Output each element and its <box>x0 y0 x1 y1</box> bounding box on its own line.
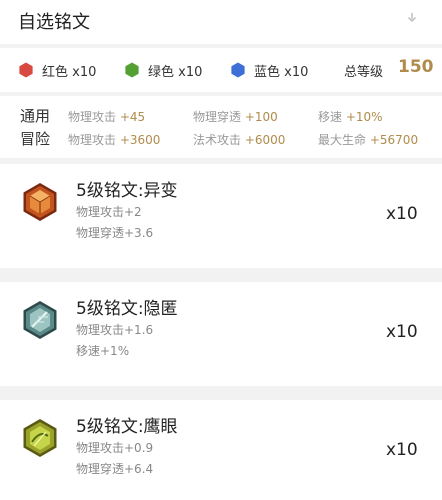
rune-quantity: x10 <box>386 440 418 460</box>
rune-card[interactable]: 5级铭文:鹰眼 物理攻击+0.9 物理穿透+6.4 x10 <box>0 400 442 500</box>
rune-attribute: 物理穿透+3.6 <box>76 226 154 240</box>
header: 自选铭文 <box>0 0 442 44</box>
stat-item: 移速 +10% <box>318 108 383 125</box>
stat-name: 法术攻击 <box>193 133 242 147</box>
chevron-down-icon[interactable] <box>405 11 419 25</box>
rune-quantity: x10 <box>386 322 418 342</box>
red-rune-icon <box>23 183 57 221</box>
rune-name: 5级铭文:鹰眼 <box>76 417 178 437</box>
stat-item: 法术攻击 +6000 <box>193 131 285 148</box>
rune-attribute: 物理攻击+0.9 <box>76 441 154 455</box>
blue-hexagon-icon <box>231 62 245 78</box>
adventure-mode-label: 冒险 <box>20 130 51 148</box>
rune-attribute: 物理攻击+1.6 <box>76 323 154 337</box>
total-level-label: 总等级 <box>344 65 384 80</box>
stat-name: 物理攻击 <box>68 133 117 147</box>
red-hexagon-icon <box>19 62 33 78</box>
stat-value: +100 <box>244 110 278 124</box>
stat-name: 最大生命 <box>318 133 367 147</box>
rune-attribute: 物理攻击+2 <box>76 205 142 219</box>
blue-count-label: 蓝色 x10 <box>254 65 309 80</box>
stat-item: 物理攻击 +3600 <box>68 131 160 148</box>
page-title: 自选铭文 <box>18 12 90 33</box>
general-stats-row: 通用 物理攻击 +45 物理穿透 +100 移速 +10% <box>0 105 442 127</box>
stat-value: +10% <box>345 110 383 124</box>
color-count-bar: 红色 x10 绿色 x10 蓝色 x10 总等级 150 <box>0 48 442 92</box>
rune-attribute: 移速+1% <box>76 344 130 358</box>
green-hexagon-icon <box>125 62 139 78</box>
green-count-label: 绿色 x10 <box>148 65 203 80</box>
stat-item: 最大生命 +56700 <box>318 131 418 148</box>
general-mode-label: 通用 <box>20 107 51 125</box>
stat-value: +3600 <box>119 133 161 147</box>
total-level-value: 150 <box>398 57 434 77</box>
rune-name: 5级铭文:隐匿 <box>76 299 178 319</box>
stat-value: +45 <box>119 110 146 124</box>
stat-name: 物理穿透 <box>193 110 242 124</box>
rune-name: 5级铭文:异变 <box>76 181 178 201</box>
red-count-label: 红色 x10 <box>42 65 97 80</box>
green-rune-icon <box>23 419 57 457</box>
stat-item: 物理攻击 +45 <box>68 108 145 125</box>
stat-value: +6000 <box>244 133 286 147</box>
stat-name: 移速 <box>318 110 343 124</box>
stat-item: 物理穿透 +100 <box>193 108 278 125</box>
rune-quantity: x10 <box>386 204 418 224</box>
rune-card[interactable]: 5级铭文:隐匿 物理攻击+1.6 移速+1% x10 <box>0 282 442 386</box>
stat-name: 物理攻击 <box>68 110 117 124</box>
rune-card[interactable]: 5级铭文:异变 物理攻击+2 物理穿透+3.6 x10 <box>0 164 442 268</box>
rune-attribute: 物理穿透+6.4 <box>76 462 154 476</box>
stat-value: +56700 <box>369 133 419 147</box>
blue-rune-icon <box>23 301 57 339</box>
adventure-stats-row: 冒险 物理攻击 +3600 法术攻击 +6000 最大生命 +56700 <box>0 128 442 150</box>
stats-panel: 通用 物理攻击 +45 物理穿透 +100 移速 +10% 冒险 物理攻击 +3… <box>0 96 442 158</box>
